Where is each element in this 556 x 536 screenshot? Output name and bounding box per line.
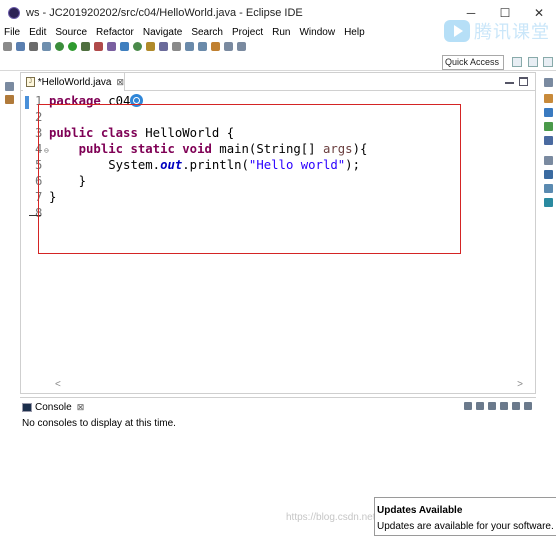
java-ee-perspective-icon[interactable]	[528, 57, 538, 67]
back-icon[interactable]	[224, 41, 233, 51]
toggle-mark-icon[interactable]	[172, 41, 181, 51]
menu-bar: File Edit Source Refactor Navigate Searc…	[0, 25, 556, 39]
code-line-7: 7}	[35, 190, 57, 204]
tab-helloworld-java[interactable]: J *HelloWorld.java ⊠	[23, 73, 125, 91]
maximize-console-icon[interactable]	[524, 402, 532, 410]
print-icon[interactable]	[29, 41, 38, 51]
menu-window[interactable]: Window	[299, 27, 335, 38]
tab-console[interactable]: Console ⊠	[21, 399, 84, 415]
search-view-icon[interactable]	[544, 184, 553, 193]
new-package-icon[interactable]	[120, 41, 129, 51]
console-message: No consoles to display at this time.	[22, 418, 176, 429]
save-icon[interactable]	[16, 41, 25, 51]
open-perspective-icon[interactable]	[512, 57, 522, 67]
pin-console-icon[interactable]	[476, 402, 484, 410]
window-title: ws - JC201920202/src/c04/HelloWorld.java…	[26, 6, 303, 19]
scroll-left-arrow[interactable]: <	[55, 379, 61, 390]
display-console-icon[interactable]	[464, 402, 472, 410]
menu-file[interactable]: File	[4, 27, 20, 38]
code-line-2: 2	[35, 110, 43, 124]
minimize-console-icon[interactable]	[512, 402, 520, 410]
text-cursor	[29, 215, 41, 216]
quick-access-row: Quick Access	[0, 53, 556, 71]
tab-close-icon[interactable]: ⊠	[116, 77, 124, 88]
code-line-6: 6 }	[35, 174, 87, 188]
current-line-marker	[25, 96, 29, 109]
maximize-editor-icon[interactable]	[519, 77, 528, 86]
last-edit-icon[interactable]	[211, 41, 220, 51]
debug-icon[interactable]	[55, 41, 64, 51]
editor-tab-bar: J *HelloWorld.java ⊠	[21, 73, 535, 91]
console-view-icon[interactable]	[544, 198, 553, 207]
menu-run[interactable]: Run	[272, 27, 290, 38]
notification-body[interactable]: Updates are available for your software.	[377, 521, 554, 532]
restore-right-icon[interactable]	[544, 78, 553, 87]
search-icon[interactable]	[159, 41, 168, 51]
scroll-right-arrow[interactable]: >	[517, 379, 523, 390]
forward-icon[interactable]	[237, 41, 246, 51]
menu-help[interactable]: Help	[344, 27, 365, 38]
console-tab-label: Console	[35, 401, 72, 413]
new-icon[interactable]	[3, 41, 12, 51]
code-line-1: 1 package c04	[35, 93, 144, 109]
notification-title: Updates Available	[377, 505, 463, 516]
menu-refactor[interactable]: Refactor	[96, 27, 134, 38]
package-explorer-icon[interactable]	[5, 95, 14, 104]
task-list-icon[interactable]	[544, 108, 553, 117]
restore-lower-icon[interactable]	[544, 156, 553, 165]
horizontal-scrollbar[interactable]: < >	[21, 379, 535, 393]
menu-navigate[interactable]: Navigate	[143, 27, 182, 38]
console-toolbar	[460, 402, 532, 410]
quick-fix-icon[interactable]	[130, 94, 144, 107]
restore-icon[interactable]	[5, 82, 14, 91]
new-class-icon[interactable]	[133, 41, 142, 51]
external-tools-icon[interactable]	[94, 41, 103, 51]
menu-edit[interactable]: Edit	[29, 27, 46, 38]
main-toolbar	[0, 39, 556, 53]
code-line-4: 4 public static void main(String[] args)…	[35, 141, 367, 157]
code-line-8: 8	[35, 206, 43, 220]
javadoc-icon[interactable]	[544, 136, 553, 145]
console-icon	[22, 402, 32, 412]
build-icon[interactable]	[42, 41, 51, 51]
code-line-3: 3 public class HelloWorld {	[35, 126, 235, 140]
eclipse-icon	[8, 6, 20, 19]
coverage-icon[interactable]	[81, 41, 90, 51]
problems-icon[interactable]	[544, 122, 553, 131]
java-perspective-icon[interactable]	[543, 57, 553, 67]
editor-tab-label: *HelloWorld.java	[37, 76, 112, 88]
declaration-icon[interactable]	[544, 170, 553, 179]
code-line-5: 5 System.out.println("Hello world");	[35, 158, 360, 172]
menu-search[interactable]: Search	[191, 27, 223, 38]
menu-project[interactable]: Project	[232, 27, 263, 38]
updates-notification[interactable]: Updates Available Updates are available …	[374, 497, 556, 536]
console-tab-bar: Console ⊠	[20, 398, 536, 415]
view-menu-icon[interactable]	[500, 402, 508, 410]
quick-access-input[interactable]: Quick Access	[442, 55, 504, 70]
menu-source[interactable]: Source	[55, 27, 87, 38]
java-file-icon: J	[26, 77, 35, 87]
outline-icon[interactable]	[544, 94, 553, 103]
minimize-editor-icon[interactable]	[505, 77, 514, 84]
code-editor[interactable]: J *HelloWorld.java ⊠ 1 package c04 2 3 pub…	[20, 72, 536, 394]
new-java-project-icon[interactable]	[107, 41, 116, 51]
open-type-icon[interactable]	[146, 41, 155, 51]
next-annotation-icon[interactable]	[185, 41, 194, 51]
prev-annotation-icon[interactable]	[198, 41, 207, 51]
run-icon[interactable]	[68, 41, 77, 51]
open-console-icon[interactable]	[488, 402, 496, 410]
left-trim-stack	[0, 72, 20, 117]
right-trim-stack	[542, 72, 556, 222]
console-tab-close-icon[interactable]: ⊠	[77, 402, 85, 413]
